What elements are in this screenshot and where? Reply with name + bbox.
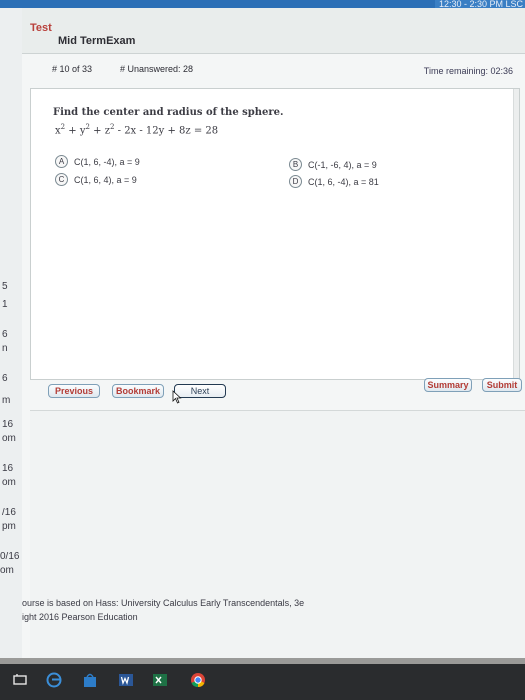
submit-button[interactable]: Submit	[482, 378, 522, 392]
task-view-icon[interactable]	[12, 672, 28, 688]
side-label: pm	[2, 522, 16, 532]
choice-d-text: C(1, 6, -4), a = 81	[308, 176, 379, 187]
mouse-cursor-icon	[172, 390, 182, 404]
course-info-line: ourse is based on Hass: University Calcu…	[22, 598, 305, 608]
app-label: Test	[30, 22, 52, 34]
question-prompt: Find the center and radius of the sphere…	[53, 107, 284, 118]
side-label: om	[2, 434, 16, 444]
copyright-line: ight 2016 Pearson Education	[22, 612, 138, 622]
bookmark-button[interactable]: Bookmark	[112, 384, 164, 398]
time-remaining: Time remaining: 02:36	[423, 66, 513, 76]
side-label: 16	[2, 464, 14, 474]
choice-c[interactable]: C C(1, 6, 4), a = 9	[55, 173, 137, 186]
taskbar	[0, 664, 525, 700]
choice-d[interactable]: D C(1, 6, -4), a = 81	[289, 175, 379, 188]
info-bar: # 10 of 33 # Unanswered: 28 Time remaini…	[30, 60, 525, 80]
choice-b[interactable]: B C(-1, -6, 4), a = 9	[289, 158, 377, 171]
side-label: n	[2, 344, 8, 354]
exam-title: Mid TermExam	[58, 35, 136, 47]
side-label: 5	[2, 282, 8, 292]
panel-scrollbar[interactable]	[513, 89, 519, 379]
word-icon[interactable]	[118, 672, 134, 688]
side-label: 16	[2, 420, 14, 430]
choice-a[interactable]: A C(1, 6, -4), a = 9	[55, 155, 140, 168]
choice-b-badge[interactable]: B	[289, 158, 302, 171]
class-time-fragment: 12:30 - 2:30 PM LSC	[434, 0, 525, 8]
exam-header: Test Mid TermExam	[22, 8, 525, 54]
choice-a-text: C(1, 6, -4), a = 9	[74, 156, 140, 167]
question-panel: Find the center and radius of the sphere…	[30, 88, 520, 380]
side-label: 1	[2, 300, 8, 310]
top-bar: 12:30 - 2:30 PM LSC	[0, 0, 525, 8]
chrome-icon[interactable]	[190, 672, 206, 688]
edge-icon[interactable]	[46, 672, 62, 688]
choice-a-badge[interactable]: A	[55, 155, 68, 168]
side-label: 0/16	[0, 552, 20, 562]
excel-icon[interactable]	[152, 672, 168, 688]
side-label: /16	[2, 508, 16, 518]
choice-b-text: C(-1, -6, 4), a = 9	[308, 159, 377, 170]
store-icon[interactable]	[82, 672, 98, 688]
choice-d-badge[interactable]: D	[289, 175, 302, 188]
side-label: 6	[2, 330, 8, 340]
side-label: om	[2, 478, 16, 488]
exam-window: Test Mid TermExam # 10 of 33 # Unanswere…	[22, 8, 525, 658]
sphere-equation: x2 + y2 + z2 - 2x - 12y + 8z = 28	[55, 123, 219, 137]
choice-c-text: C(1, 6, 4), a = 9	[74, 174, 137, 185]
background-window-strip: 5 1 6 n 6 m 16 om 16 om /16 pm 0/16 om	[0, 8, 22, 658]
previous-button[interactable]: Previous	[48, 384, 100, 398]
side-label: om	[0, 566, 14, 576]
summary-button[interactable]: Summary	[424, 378, 472, 392]
question-counter: # 10 of 33	[52, 64, 93, 74]
side-label: m	[2, 396, 11, 406]
unanswered-count: # Unanswered: 28	[120, 64, 194, 74]
side-label: 6	[2, 374, 8, 384]
choice-c-badge[interactable]: C	[55, 173, 68, 186]
